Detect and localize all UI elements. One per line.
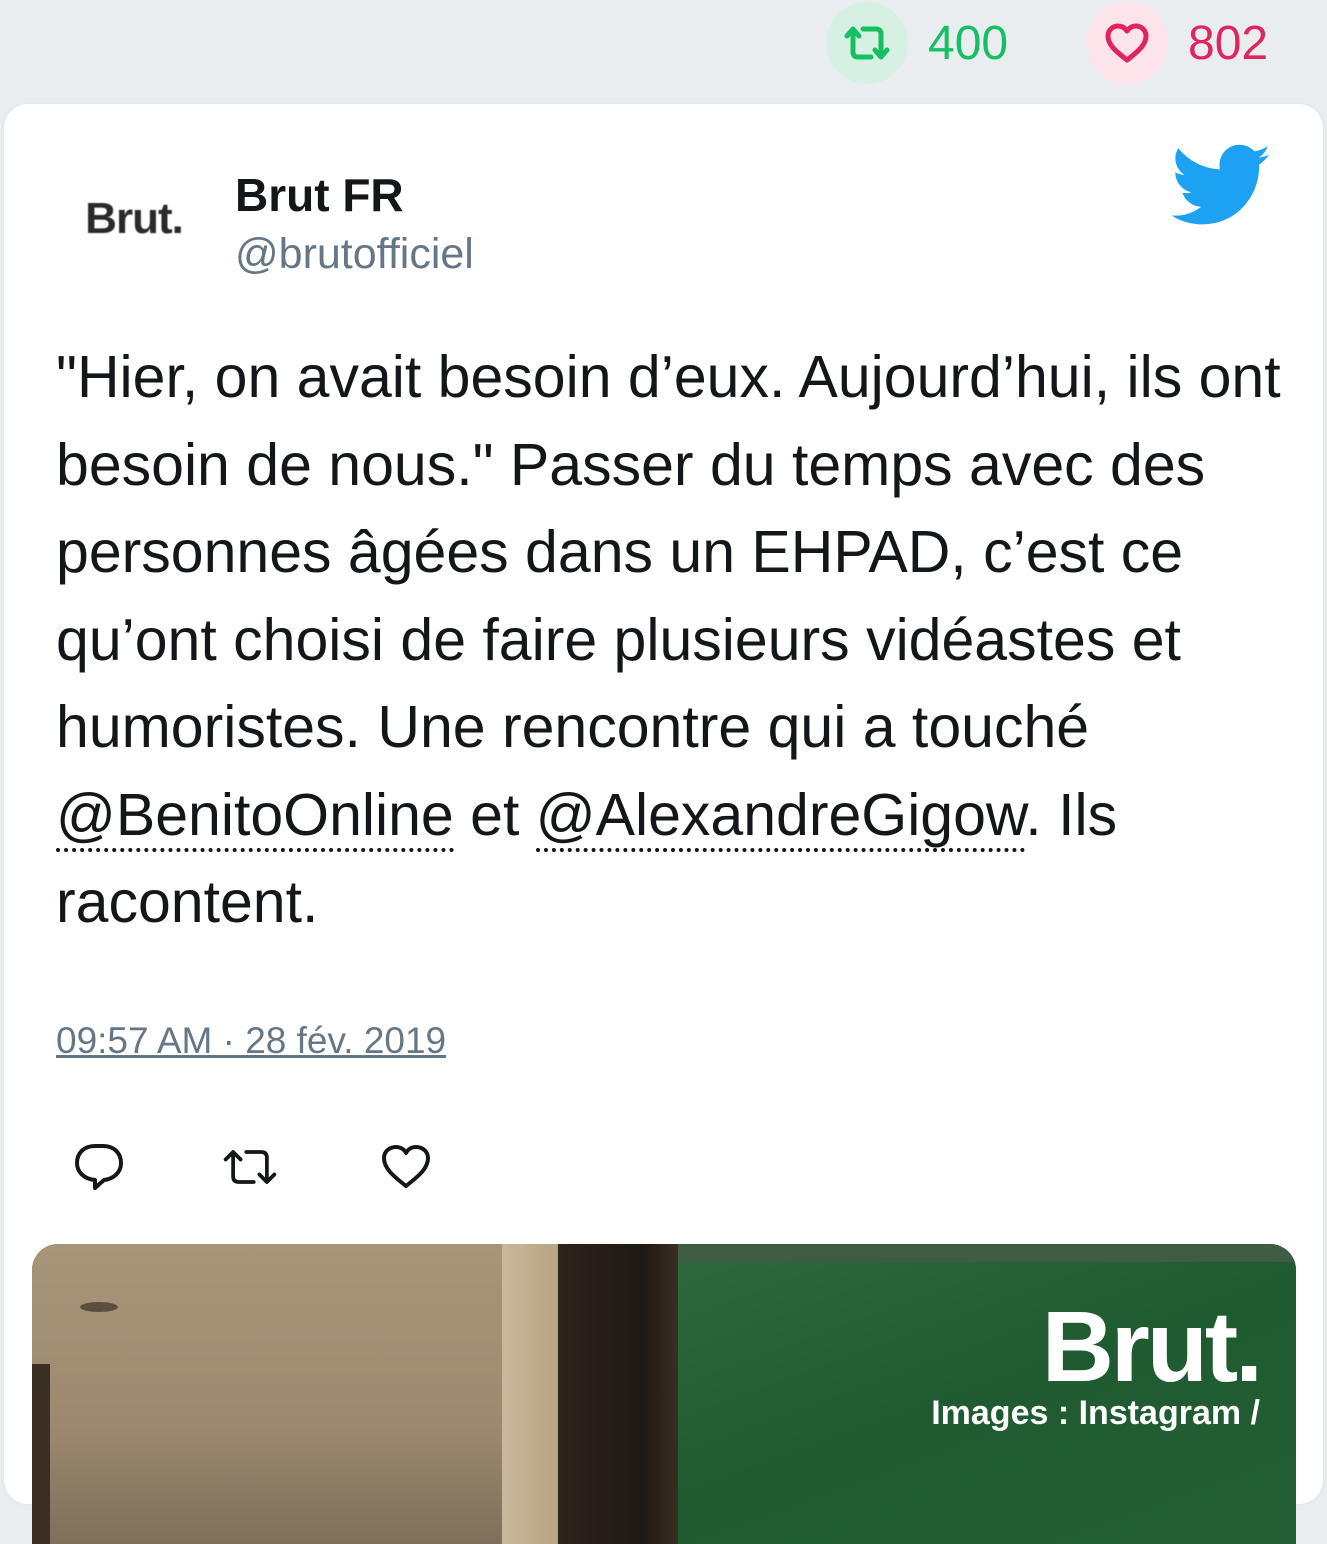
reply-icon xyxy=(75,1144,123,1190)
tweet-card: Brut. Brut FR @brutofficiel "Hier, on av… xyxy=(4,104,1323,1544)
retweet-count-stat[interactable]: 400 xyxy=(826,2,1008,84)
heart-icon xyxy=(382,1145,430,1188)
heart-icon xyxy=(1086,2,1168,84)
author-name[interactable]: Brut FR xyxy=(235,168,404,222)
like-count-stat[interactable]: 802 xyxy=(1086,2,1268,84)
like-button[interactable] xyxy=(376,1140,436,1194)
mention-link-benitoonline[interactable]: @BenitoOnline xyxy=(56,781,454,852)
mention-link-alexandregigow[interactable]: @AlexandreGigow xyxy=(535,781,1026,852)
media-credit: Images : Instagram / xyxy=(931,1394,1260,1432)
engagement-bar: 400 802 xyxy=(0,0,1327,100)
media-brand-logo: Brut. xyxy=(1041,1291,1263,1403)
media-background xyxy=(32,1244,502,1544)
avatar[interactable]: Brut. xyxy=(64,164,204,274)
tweet-text-part: "Hier, on avait besoin d’eux. Aujourd’hu… xyxy=(56,344,1281,760)
retweet-count: 400 xyxy=(928,16,1009,70)
tweet-media-preview[interactable]: Brut. Images : Instagram / xyxy=(32,1244,1296,1544)
media-background xyxy=(32,1364,50,1544)
media-background xyxy=(502,1244,558,1544)
tweet-timestamp[interactable]: 09:57 AM · 28 fév. 2019 xyxy=(56,1020,446,1062)
media-ceiling-light xyxy=(80,1302,118,1312)
tweet-text: "Hier, on avait besoin d’eux. Aujourd’hu… xyxy=(56,334,1286,947)
avatar-logo: Brut. xyxy=(85,194,184,243)
retweet-icon xyxy=(223,1150,277,1184)
tweet-text-part: et xyxy=(453,781,536,848)
author-handle[interactable]: @brutofficiel xyxy=(235,230,474,279)
reply-button[interactable] xyxy=(69,1140,129,1194)
retweet-icon xyxy=(826,2,908,84)
media-background xyxy=(678,1244,1296,1262)
retweet-button[interactable] xyxy=(220,1140,280,1194)
media-background xyxy=(558,1244,678,1544)
like-count: 802 xyxy=(1188,16,1269,70)
twitter-bird-icon[interactable] xyxy=(1172,144,1272,228)
